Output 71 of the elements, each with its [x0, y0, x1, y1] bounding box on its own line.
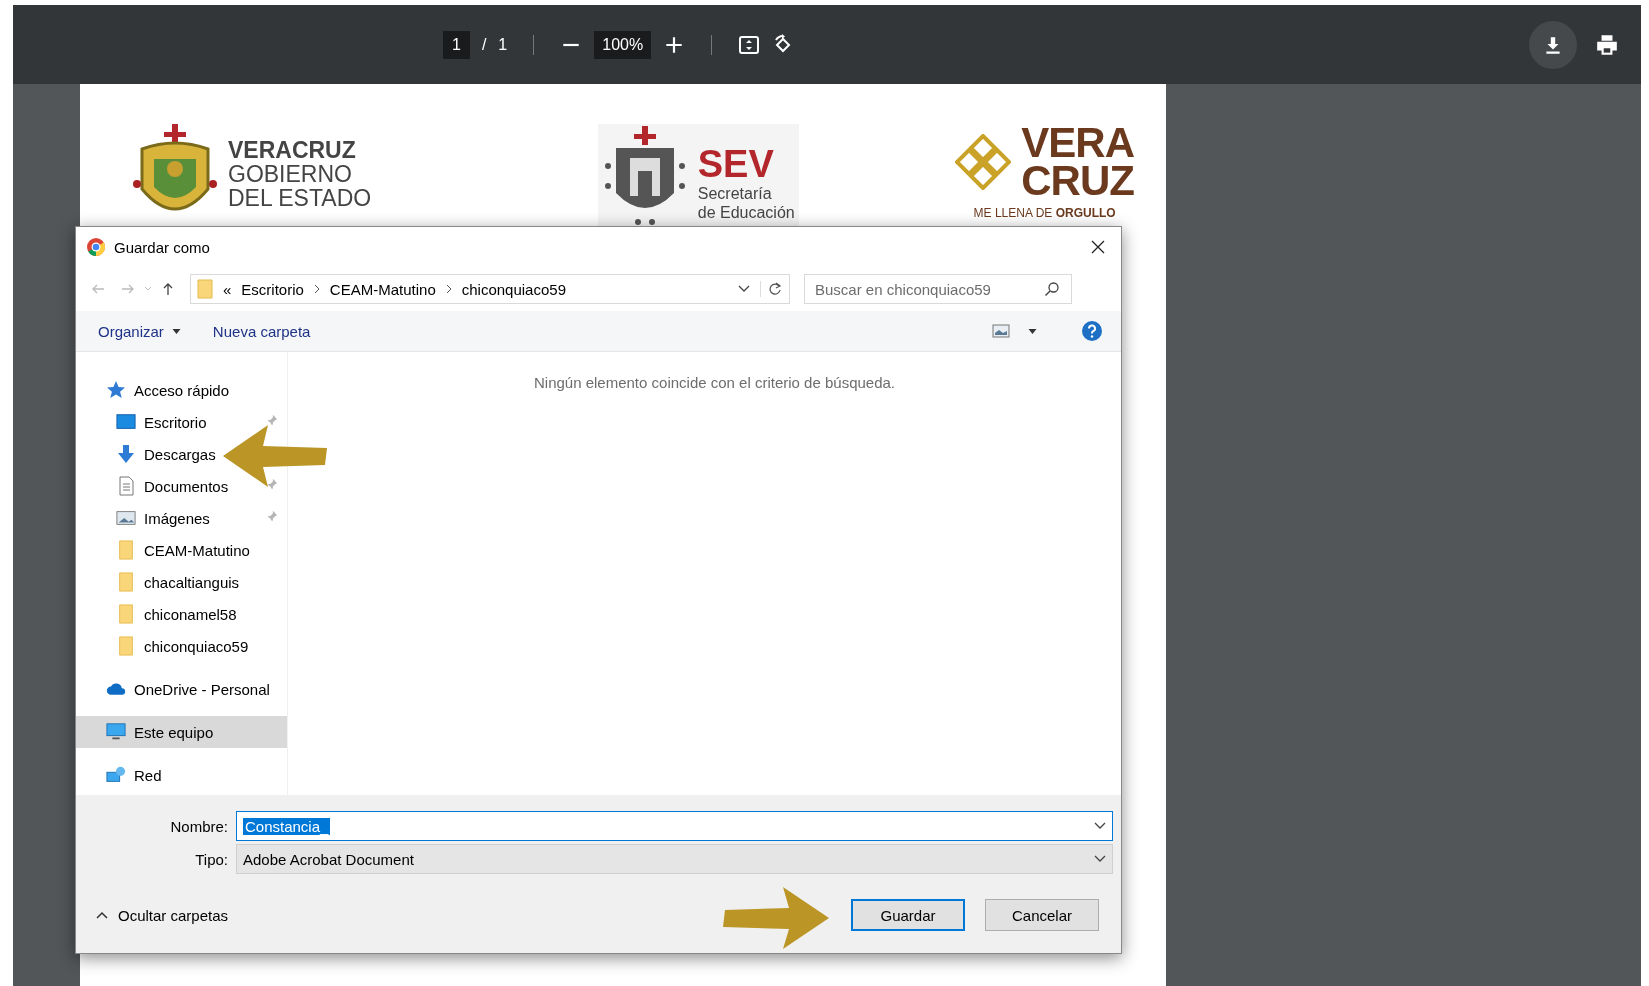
knot-pattern-drawing — [955, 134, 1012, 190]
dropdown-caret-icon[interactable] — [1094, 822, 1106, 830]
logo-text: Secretaría — [697, 184, 773, 203]
page-count: 1 — [498, 35, 508, 54]
document-icon — [116, 476, 136, 496]
download-arrow-icon — [116, 444, 136, 464]
folder-icon — [197, 279, 213, 299]
view-caret-icon[interactable] — [1028, 328, 1037, 334]
nav-item[interactable]: Documentos — [76, 470, 287, 502]
logo-slogan: ME LLENA DE ORGULLO — [973, 206, 1116, 220]
refresh-icon[interactable] — [760, 281, 783, 297]
zoom-field[interactable]: 100% — [594, 30, 652, 59]
cancel-button[interactable]: Cancelar — [985, 899, 1099, 931]
file-type-label: Tipo: — [194, 850, 228, 868]
address-bar[interactable]: « Escritorio CEAM-Matutino chiconquiaco59 — [190, 274, 790, 304]
download-button[interactable] — [1529, 20, 1577, 69]
logo-text: VERACRUZ — [228, 138, 357, 162]
logo-text: CRUZ — [1021, 162, 1134, 200]
chevron-right-icon[interactable] — [445, 284, 452, 294]
search-field[interactable]: Buscar en chiconquiaco59 — [804, 274, 1072, 304]
nav-item[interactable]: chiconquiaco59 — [76, 630, 287, 662]
breadcrumb-item[interactable]: CEAM-Matutino — [329, 280, 436, 298]
filename-field[interactable]: Constancia_ — [236, 811, 1113, 841]
logo-text: de Educación — [697, 203, 795, 222]
computer-icon — [106, 722, 126, 742]
hide-folders-toggle[interactable]: Ocultar carpetas — [90, 905, 235, 925]
pictures-icon — [116, 508, 136, 528]
logo-text: DEL ESTADO — [228, 186, 372, 210]
fit-page-icon[interactable] — [738, 33, 761, 56]
nav-item[interactable]: Este equipo — [76, 716, 287, 748]
help-icon[interactable] — [1081, 320, 1103, 342]
empty-results-message: Ningún elemento coincide con el criterio de búsqueda. — [533, 374, 896, 392]
search-icon[interactable] — [1044, 281, 1060, 297]
organize-menu[interactable]: Organizar — [94, 320, 185, 342]
folder-icon — [116, 540, 136, 560]
nav-item[interactable]: chiconamel58 — [76, 598, 287, 630]
nav-item[interactable]: Imágenes — [76, 502, 287, 534]
caret-icon — [171, 328, 181, 334]
save-button[interactable]: Guardar — [851, 899, 965, 931]
nav-item[interactable]: OneDrive - Personal — [76, 673, 287, 705]
view-options-icon[interactable] — [992, 324, 1010, 338]
logo-text: SEV — [697, 144, 775, 184]
nav-item[interactable]: Acceso rápido — [76, 374, 287, 406]
page-number-field[interactable]: 1 — [443, 30, 470, 59]
close-icon[interactable] — [1091, 240, 1105, 254]
folder-icon — [116, 604, 136, 624]
logo-text: GOBIERNO — [228, 162, 353, 186]
breadcrumb-item[interactable]: chiconquiaco59 — [461, 280, 566, 298]
browser-logo-icon — [86, 237, 106, 257]
logo-text: VERA — [1021, 124, 1134, 162]
nav-item[interactable]: Escritorio — [76, 406, 287, 438]
filename-label: Nombre: — [169, 817, 228, 835]
chevron-right-icon[interactable] — [313, 284, 320, 294]
file-type-dropdown[interactable]: Adobe Acrobat Document — [236, 844, 1113, 874]
network-icon — [106, 765, 126, 785]
nav-item[interactable]: chacaltianguis — [76, 566, 287, 598]
dropdown-caret-icon[interactable] — [738, 285, 750, 293]
print-icon[interactable] — [1595, 33, 1619, 56]
star-icon — [106, 380, 126, 400]
breadcrumb-overflow[interactable]: « — [223, 280, 232, 298]
desktop-icon — [116, 412, 136, 432]
folder-icon — [116, 636, 136, 656]
nav-item[interactable]: Red — [76, 759, 287, 791]
breadcrumb-item[interactable]: Escritorio — [241, 280, 304, 298]
dialog-title: Guardar como — [114, 238, 210, 256]
new-folder-button[interactable]: Nueva carpeta — [208, 320, 315, 342]
folder-icon — [116, 572, 136, 592]
chevron-up-icon — [96, 911, 108, 919]
page-separator: / — [481, 35, 487, 54]
nav-item[interactable]: CEAM-Matutino — [76, 534, 287, 566]
dropdown-caret-icon — [1094, 855, 1106, 863]
